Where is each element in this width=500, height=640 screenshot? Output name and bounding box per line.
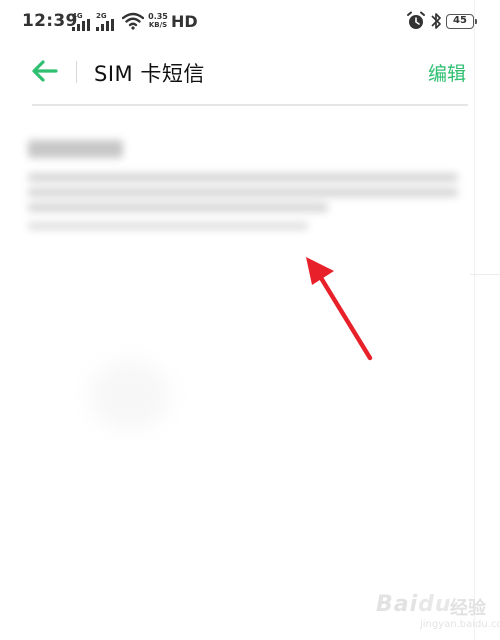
right-edge-panel bbox=[474, 0, 500, 640]
status-time: 12:39 bbox=[22, 11, 78, 31]
status-bar: 12:39 4G 2G 0.35 KB/S HD 45 bbox=[0, 0, 500, 44]
page-title: SIM 卡短信 bbox=[94, 62, 205, 86]
back-button[interactable] bbox=[30, 58, 60, 84]
baidu-watermark: Baidu 经验 jingyan.baidu.com bbox=[376, 592, 500, 636]
message-sender bbox=[28, 140, 464, 163]
arrow-left-icon bbox=[32, 60, 58, 82]
annotation-arrow-icon bbox=[306, 257, 373, 361]
message-time bbox=[28, 220, 464, 233]
sim-message-item[interactable] bbox=[28, 140, 464, 233]
message-body bbox=[28, 173, 464, 212]
hd-voice-indicator: HD bbox=[171, 12, 198, 31]
network-speed: 0.35 KB/S bbox=[147, 12, 169, 30]
sim1-signal-icon: 4G bbox=[72, 12, 92, 31]
watermark-text: 经验 bbox=[450, 598, 486, 619]
speed-unit: KB/S bbox=[148, 21, 168, 29]
wifi-icon bbox=[122, 12, 144, 30]
signal-bars-icon bbox=[72, 19, 90, 31]
header-separator bbox=[32, 104, 468, 106]
edit-button[interactable]: 编辑 bbox=[428, 59, 466, 86]
battery-icon: 45 bbox=[446, 14, 477, 29]
watermark-url: jingyan.baidu.com bbox=[420, 619, 500, 630]
header-divider bbox=[76, 61, 77, 83]
alarm-icon bbox=[407, 11, 425, 29]
edge-divider bbox=[470, 274, 500, 275]
sim2-signal-icon: 2G bbox=[96, 12, 116, 31]
blurred-shape bbox=[90, 360, 170, 430]
speed-value: 0.35 bbox=[148, 12, 168, 21]
signal-bars-icon bbox=[96, 19, 114, 31]
watermark-logo: Baidu bbox=[376, 592, 452, 617]
top-app-bar: SIM 卡短信 编辑 bbox=[0, 44, 500, 100]
bluetooth-icon bbox=[431, 13, 441, 29]
battery-level: 45 bbox=[453, 15, 467, 26]
